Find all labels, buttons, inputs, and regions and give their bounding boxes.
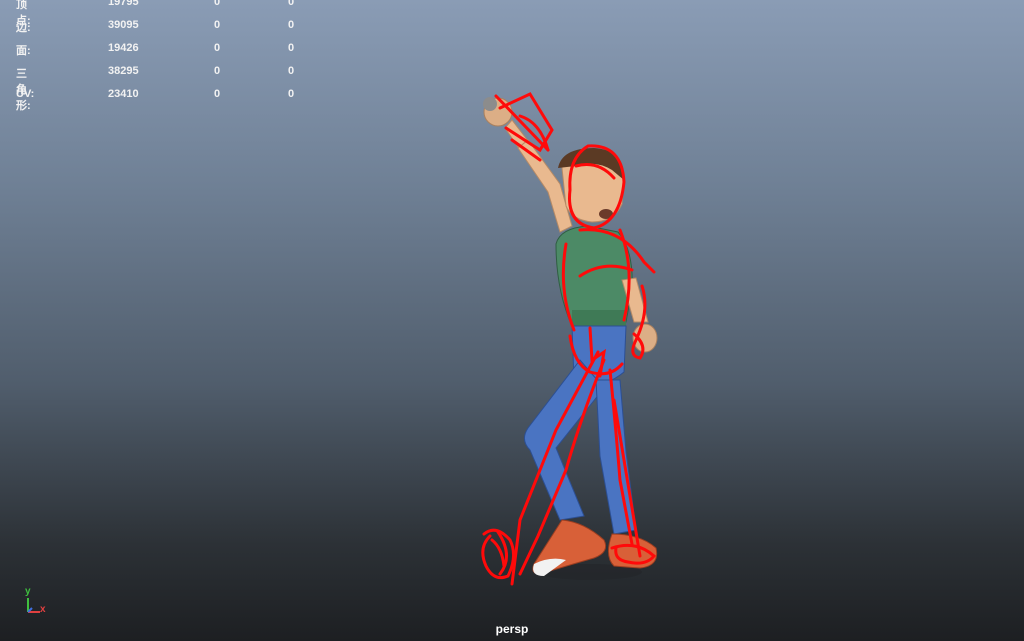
axis-x-label: x (40, 604, 46, 615)
viewport-scene[interactable] (0, 0, 1024, 641)
orientation-axis-indicator: y x (18, 584, 58, 624)
camera-name-label: persp (495, 622, 529, 636)
axis-gizmo-icon (27, 598, 40, 613)
